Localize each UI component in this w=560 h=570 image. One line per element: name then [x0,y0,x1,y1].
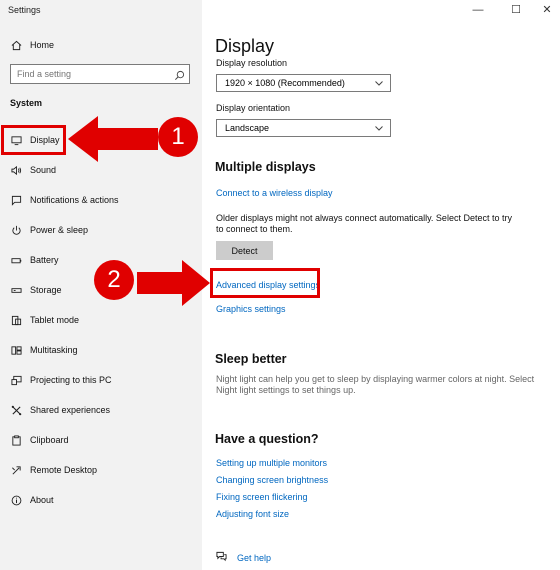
sidebar-item-multitasking[interactable]: Multitasking [0,337,202,363]
sleep-description: Night light can help you get to sleep by… [216,374,535,395]
shared-icon [0,405,26,416]
sidebar-item-label: Battery [30,255,59,265]
detect-button[interactable]: Detect [216,241,273,260]
arrow-left-icon [68,116,158,162]
sidebar-item-projecting[interactable]: Projecting to this PC [0,367,202,393]
chevron-down-icon [374,123,384,135]
orientation-value: Landscape [225,123,270,133]
sidebar-item-remote-desktop[interactable]: Remote Desktop [0,457,202,483]
resolution-label: Display resolution [216,58,288,68]
window-title: Settings [8,5,41,15]
search-input[interactable] [17,69,167,79]
chat-help-icon [216,549,227,567]
orientation-dropdown[interactable]: Landscape [216,119,391,137]
info-icon [0,495,26,506]
sidebar-item-tablet-mode[interactable]: Tablet mode [0,307,202,333]
sidebar-item-notifications[interactable]: Notifications & actions [0,187,202,213]
sidebar-item-home[interactable]: Home [0,32,202,58]
tablet-icon [0,315,26,326]
sidebar-item-label: Clipboard [30,435,69,445]
sidebar-item-label: Multitasking [30,345,78,355]
resolution-dropdown[interactable]: 1920 × 1080 (Recommended) [216,74,391,92]
sidebar-item-label: Shared experiences [30,405,111,415]
display-highlight-box [1,125,66,155]
sidebar-item-label: Notifications & actions [30,195,119,205]
sidebar-item-about[interactable]: About [0,487,202,513]
get-help-label: Get help [237,553,272,563]
sidebar-item-label: Home [30,40,55,50]
have-question-heading: Have a question? [215,432,319,446]
page-title: Display [215,36,275,56]
remote-icon [0,465,26,476]
clipboard-icon [0,434,26,446]
search-icon[interactable] [174,68,185,86]
battery-icon [0,255,26,266]
multitasking-icon [0,345,26,356]
help-link[interactable]: Fixing screen flickering [216,492,308,502]
detect-description: Older displays might not always connect … [216,213,512,234]
speaker-icon [0,165,26,176]
sidebar-item-label: Projecting to this PC [30,375,112,385]
sidebar-item-label: Tablet mode [30,315,80,325]
sidebar-item-shared-experiences[interactable]: Shared experiences [0,397,202,423]
storage-icon [0,285,26,296]
chevron-down-icon [374,78,384,90]
help-link[interactable]: Changing screen brightness [216,475,328,485]
notification-icon [0,195,26,206]
section-heading-system: System [10,98,43,108]
sidebar-item-power[interactable]: Power & sleep [0,217,202,243]
step-1-badge: 1 [158,117,198,157]
sidebar-item-label: Remote Desktop [30,465,98,475]
sidebar-item-label: About [30,495,54,505]
arrow-right-icon [137,260,210,306]
help-link[interactable]: Adjusting font size [216,509,289,519]
power-icon [0,225,26,236]
sidebar-item-label: Sound [30,165,57,175]
projecting-icon [0,375,26,386]
advanced-link-highlight-box [210,268,320,298]
graphics-settings-link[interactable]: Graphics settings [216,304,286,314]
help-link[interactable]: Setting up multiple monitors [216,458,327,468]
home-icon [0,40,26,51]
resolution-value: 1920 × 1080 (Recommended) [225,78,345,88]
multiple-displays-heading: Multiple displays [215,160,316,174]
sidebar-item-label: Storage [30,285,62,295]
sleep-better-heading: Sleep better [215,352,287,366]
sidebar-item-label: Power & sleep [30,225,89,235]
get-help-link[interactable]: Get help [216,549,271,567]
step-2-badge: 2 [94,260,134,300]
orientation-label: Display orientation [216,103,291,113]
search-box[interactable] [10,64,190,84]
sidebar-item-clipboard[interactable]: Clipboard [0,427,202,453]
wireless-display-link[interactable]: Connect to a wireless display [216,188,333,198]
